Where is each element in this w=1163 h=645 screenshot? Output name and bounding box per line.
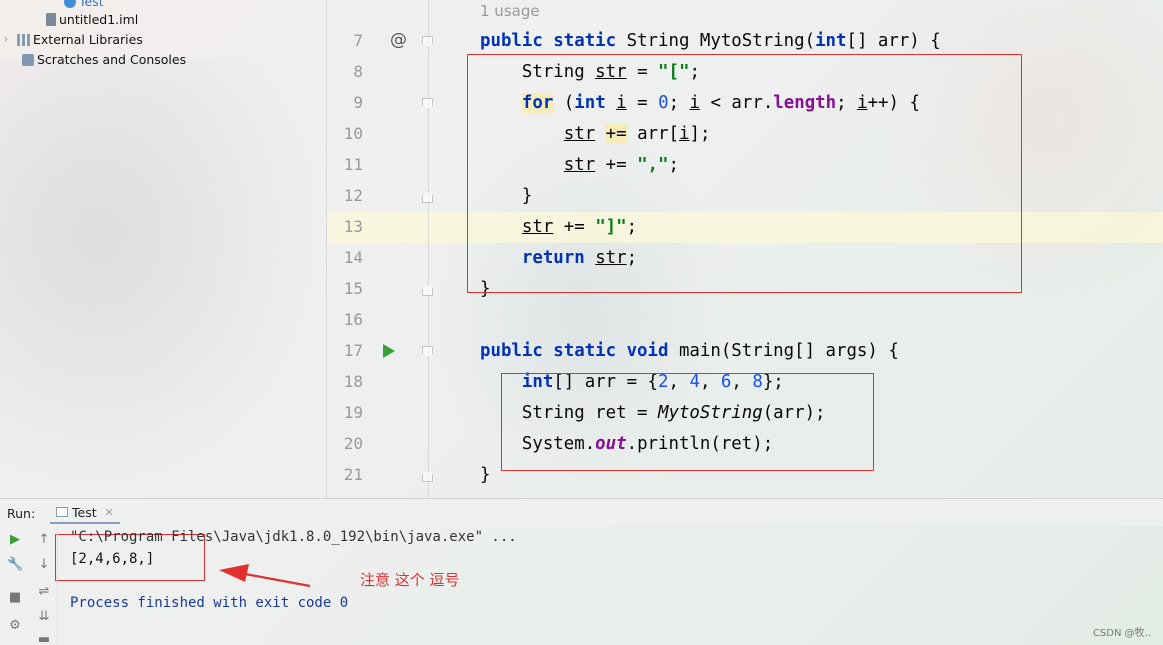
console-output[interactable]: [2,4,6,8,] [70,551,154,567]
class-icon [64,0,76,8]
tree-item-external-libraries[interactable]: › External Libraries [4,32,143,47]
code-line[interactable]: public static void main(String[] args) { [480,336,899,367]
gutter-separator [428,0,429,498]
line-number: 18 [343,372,363,391]
line-number: 13 [343,217,363,236]
line-number: 17 [343,341,363,360]
arrow-up-icon[interactable]: ↑ [36,532,52,547]
code-line[interactable]: } [480,460,490,491]
tree-item-label: Test [79,0,104,9]
tab-test[interactable]: Test ✕ [50,502,120,524]
console-icon [56,507,68,517]
close-icon[interactable]: ✕ [105,506,114,519]
libraries-icon [17,33,30,46]
scroll-to-end-icon[interactable]: ⇊ [36,609,52,624]
settings-icon[interactable]: ⚙ [7,618,23,633]
arrow-down-icon[interactable]: ↓ [36,557,52,572]
print-icon[interactable]: ▬ [36,632,52,645]
console-exit-message[interactable]: Process finished with exit code 0 [70,595,348,611]
usage-hint[interactable]: 1 usage [480,2,540,20]
watermark: CSDN @牧.. [1092,628,1151,639]
tree-item-label: Scratches and Consoles [37,52,187,67]
rerun-icon[interactable]: ▶ [7,532,23,547]
line-number: 20 [343,434,363,453]
annotation-note: 注意 这个 逗号 [360,571,460,589]
line-number: 10 [343,124,363,143]
annotation-arrow [219,564,311,588]
line-number: 9 [353,93,363,112]
tree-item-iml[interactable]: untitled1.iml [46,12,138,27]
annotation-box [467,54,1022,293]
line-number: 8 [353,62,363,81]
tree-item-scratches[interactable]: Scratches and Consoles [22,52,186,67]
line-number: 12 [343,186,363,205]
project-tree: Test untitled1.iml › External Libraries … [0,0,327,490]
chevron-right-icon[interactable]: › [4,34,14,45]
tree-item-label: External Libraries [33,32,143,47]
line-number: 21 [343,465,363,484]
annotation-box [501,373,874,471]
run-panel-header: Run: Test ✕ [0,498,1163,526]
stop-icon[interactable]: ■ [7,590,23,605]
line-number: 11 [343,155,363,174]
soft-wrap-icon[interactable]: ⇌ [36,584,52,599]
wrench-icon[interactable]: 🔧 [7,557,23,572]
console-command[interactable]: "C:\Program Files\Java\jdk1.8.0_192\bin\… [70,529,517,545]
line-number: 15 [343,279,363,298]
console-toolbar: ↑ ↓ ⇌ ⇊ ▬ [30,526,58,645]
line-number: 14 [343,248,363,267]
tree-item-label: untitled1.iml [59,12,139,27]
tab-label: Test [72,504,97,520]
run-icon[interactable] [383,344,395,358]
run-label: Run: [7,506,36,521]
line-number: 19 [343,403,363,422]
scratches-icon [22,53,34,66]
tree-item-test[interactable]: Test [64,0,104,9]
override-icon[interactable]: @ [390,30,407,50]
module-file-icon [46,13,56,26]
run-toolbar: ▶ 🔧 ■ ⚙ [0,526,30,645]
code-line[interactable]: public static String MytoString(int[] ar… [480,26,941,57]
line-number: 7 [353,31,363,50]
line-number: 16 [343,310,363,329]
